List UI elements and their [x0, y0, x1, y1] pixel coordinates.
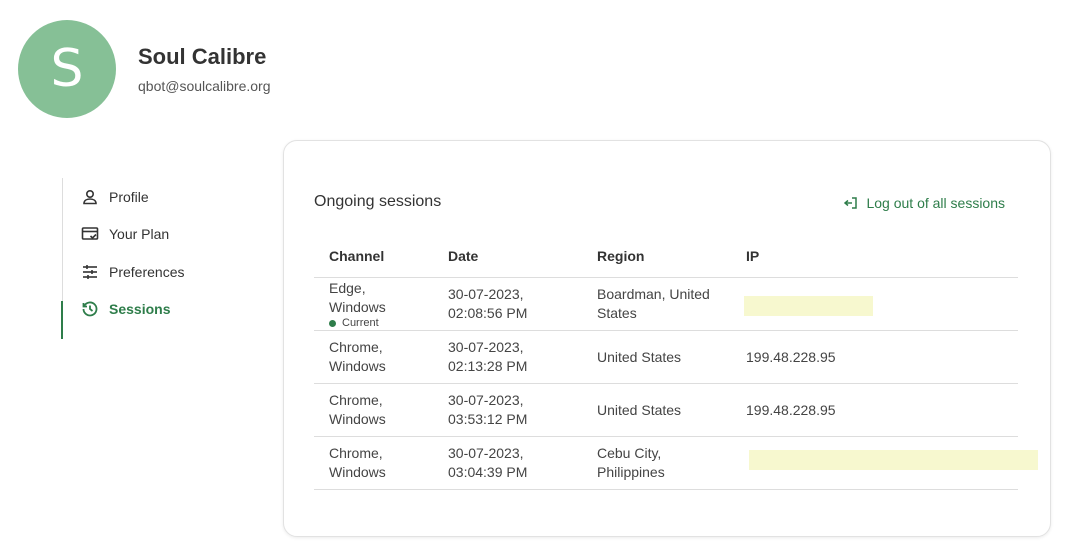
date-cell: 30-07-2023, 02:08:56 PM [433, 285, 582, 323]
channel-browser: Chrome, [329, 339, 383, 355]
region-line2: Philippines [597, 464, 665, 480]
sidebar-item-label: Your Plan [109, 226, 170, 243]
status-dot [329, 319, 336, 327]
channel-os: Windows [329, 411, 386, 427]
sidebar-item-label: Sessions [109, 301, 171, 318]
sidebar-nav: Profile Your Plan Preferences Sessions [61, 178, 263, 338]
date-time: 03:04:39 PM [448, 464, 528, 480]
channel-os: Windows [329, 464, 386, 480]
sidebar-item-label: Profile [109, 188, 149, 205]
sidebar-item-profile[interactable]: Profile [63, 178, 263, 216]
sidebar-item-sessions[interactable]: Sessions [61, 291, 263, 338]
column-header-ip: IP [746, 247, 760, 264]
region-cell: Cebu City, Philippines [582, 444, 731, 482]
table-row: Chrome, Windows 30-07-2023, 02:13:28 PM … [314, 331, 1018, 384]
sessions-card: Ongoing sessions Log out of all sessions… [283, 140, 1051, 537]
channel-cell: Chrome, Windows [314, 338, 433, 376]
date-time: 02:08:56 PM [448, 305, 528, 321]
table-row: Chrome, Windows 30-07-2023, 03:04:39 PM … [314, 437, 1038, 490]
sidebar-item-label: Preferences [109, 263, 185, 280]
sidebar-item-your-plan[interactable]: Your Plan [63, 216, 263, 254]
date-cell: 30-07-2023, 03:04:39 PM [433, 444, 582, 482]
ip-cell [731, 278, 1018, 330]
date-cell: 30-07-2023, 02:13:28 PM [433, 338, 582, 376]
sessions-table: Channel Date Region IP Edge, Windows Cur… [314, 235, 1038, 490]
column-header-region: Region [597, 247, 645, 264]
date-day: 30-07-2023, [448, 392, 524, 408]
logout-icon [844, 197, 858, 209]
channel-browser: Edge, [329, 279, 366, 296]
logout-all-label: Log out of all sessions [866, 195, 1005, 211]
avatar: S [18, 20, 116, 118]
sliders-icon [81, 263, 99, 281]
region-line1: Cebu City, [597, 445, 662, 461]
table-header: Channel Date Region IP [314, 235, 1018, 278]
date-day: 30-07-2023, [448, 445, 524, 461]
card-check-icon [81, 225, 99, 243]
channel-browser: Chrome, [329, 445, 383, 461]
ip-cell: 199.48.228.95 [746, 401, 836, 418]
channel-os: Windows [329, 298, 386, 315]
ip-redaction [744, 296, 873, 316]
region-cell: United States [597, 348, 682, 365]
user-name: Soul Calibre [138, 44, 267, 69]
channel-browser: Chrome, [329, 392, 383, 408]
region-line2: States [597, 305, 637, 321]
date-day: 30-07-2023, [448, 339, 524, 355]
table-row: Edge, Windows Current 30-07-2023, 02:08:… [314, 278, 1018, 331]
ip-cell [731, 437, 1038, 489]
region-line1: Boardman, United [597, 286, 710, 302]
logout-all-button[interactable]: Log out of all sessions [844, 195, 1005, 211]
avatar-initial: S [50, 39, 84, 99]
region-cell: Boardman, United States [582, 285, 731, 323]
date-time: 03:53:12 PM [448, 411, 528, 427]
current-session-badge: Current [329, 317, 433, 330]
sidebar-item-preferences[interactable]: Preferences [63, 253, 263, 291]
sessions-title: Ongoing sessions [314, 193, 442, 210]
ip-redaction [749, 450, 1038, 470]
current-label: Current [342, 316, 379, 329]
channel-cell: Edge, Windows Current [314, 279, 433, 330]
user-email: qbot@soulcalibre.org [138, 78, 271, 94]
history-icon [81, 300, 99, 318]
date-day: 30-07-2023, [448, 286, 524, 302]
channel-cell: Chrome, Windows [314, 391, 433, 429]
column-header-channel: Channel [329, 247, 385, 264]
column-header-date: Date [448, 247, 479, 264]
channel-os: Windows [329, 358, 386, 374]
table-row: Chrome, Windows 30-07-2023, 03:53:12 PM … [314, 384, 1018, 437]
channel-cell: Chrome, Windows [314, 444, 433, 482]
region-cell: United States [597, 401, 682, 418]
person-icon [81, 188, 99, 206]
date-time: 02:13:28 PM [448, 358, 528, 374]
date-cell: 30-07-2023, 03:53:12 PM [433, 391, 582, 429]
ip-cell: 199.48.228.95 [746, 348, 836, 365]
